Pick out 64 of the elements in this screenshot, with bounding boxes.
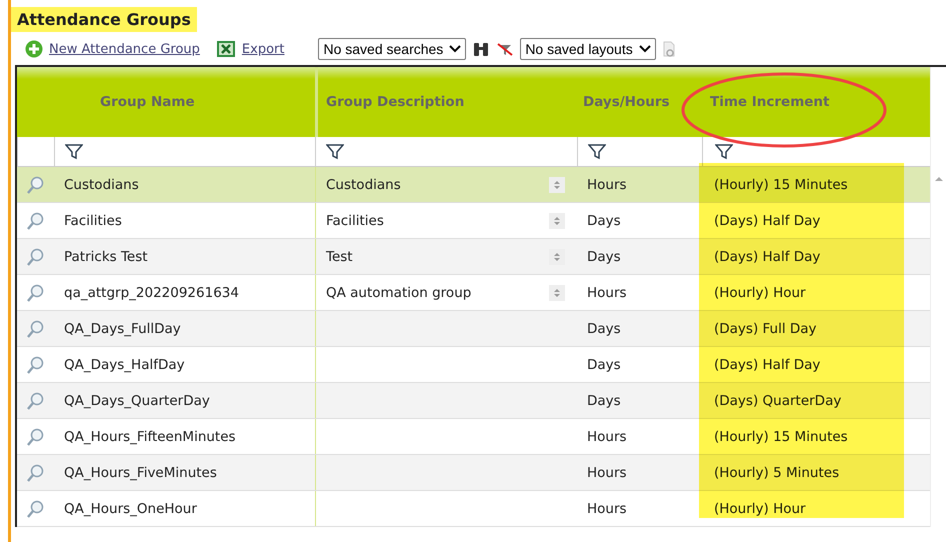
document-icon[interactable]	[662, 40, 676, 58]
table-cell: Days	[587, 320, 621, 336]
caret-icon	[449, 45, 462, 53]
page-title: Attendance Groups	[11, 7, 197, 32]
table-cell: Facilities	[64, 212, 122, 228]
table-cell: Days	[587, 212, 621, 228]
export-link[interactable]: Export	[242, 42, 284, 56]
scrollbar[interactable]	[930, 67, 946, 527]
table-cell: Days	[587, 248, 621, 264]
table-cell: (Hourly) 15 Minutes	[714, 176, 848, 192]
table-cell: Hours	[587, 284, 627, 300]
table-cell: (Days) Half Day	[714, 212, 820, 228]
search-icon[interactable]	[26, 498, 46, 518]
spreadsheet-icon[interactable]	[216, 39, 236, 59]
new-group-link[interactable]: New Attendance Group	[49, 42, 200, 56]
table-cell: qa_attgrp_202209261634	[64, 284, 239, 300]
table-cell: Hours	[587, 464, 627, 480]
search-icon[interactable]	[26, 462, 46, 482]
table-cell: (Days) Full Day	[714, 320, 817, 336]
table-cell: Hours	[587, 176, 627, 192]
saved-layouts-dropdown[interactable]: No saved layouts	[520, 38, 656, 60]
table-cell: QA automation group	[326, 284, 472, 300]
search-icon[interactable]	[26, 174, 46, 194]
search-icon[interactable]	[26, 318, 46, 338]
saved-searches-dropdown[interactable]: No saved searches	[318, 38, 466, 60]
table-cell: Custodians	[64, 176, 139, 192]
table-cell: (Days) Half Day	[714, 248, 820, 264]
spinner-icon[interactable]	[549, 176, 565, 192]
table-cell: (Hourly) 15 Minutes	[714, 428, 848, 444]
table-cell: QA_Days_QuarterDay	[64, 392, 210, 408]
table-cell: QA_Hours_FifteenMinutes	[64, 428, 236, 444]
search-icon[interactable]	[26, 390, 46, 410]
table-cell: (Hourly) Hour	[714, 284, 806, 300]
table-cell: QA_Days_FullDay	[64, 320, 181, 336]
search-icon[interactable]	[26, 354, 46, 374]
table-cell: Facilities	[326, 212, 384, 228]
spinner-icon[interactable]	[549, 212, 565, 228]
table-cell: (Hourly) Hour	[714, 500, 806, 516]
search-icon[interactable]	[26, 210, 46, 230]
search-icon[interactable]	[26, 426, 46, 446]
table-cell: QA_Hours_OneHour	[64, 500, 197, 516]
table-cell: Test	[326, 248, 353, 264]
filter-icon[interactable]	[715, 144, 733, 160]
table-cell: (Days) Half Day	[714, 356, 820, 372]
table-cell: (Days) QuarterDay	[714, 392, 842, 408]
table-cell: Custodians	[326, 176, 401, 192]
filter-icon[interactable]	[588, 144, 606, 160]
table-cell: Days	[587, 392, 621, 408]
caret-icon	[638, 45, 651, 53]
plus-icon[interactable]	[25, 40, 43, 58]
table-cell: (Hourly) 5 Minutes	[714, 464, 840, 480]
table-cell: Patricks Test	[64, 248, 148, 264]
table-cell: Days	[587, 356, 621, 372]
table-cell: QA_Days_HalfDay	[64, 356, 185, 372]
spinner-icon[interactable]	[549, 284, 565, 300]
search-icon[interactable]	[26, 246, 46, 266]
table-cell: Hours	[587, 500, 627, 516]
scroll-up-icon[interactable]	[934, 175, 944, 183]
binoculars-icon[interactable]	[472, 40, 490, 58]
table-cell: QA_Hours_FiveMinutes	[64, 464, 217, 480]
table-cell: Hours	[587, 428, 627, 444]
search-icon[interactable]	[26, 282, 46, 302]
filter-icon[interactable]	[65, 144, 83, 160]
filter-icon[interactable]	[326, 144, 344, 160]
